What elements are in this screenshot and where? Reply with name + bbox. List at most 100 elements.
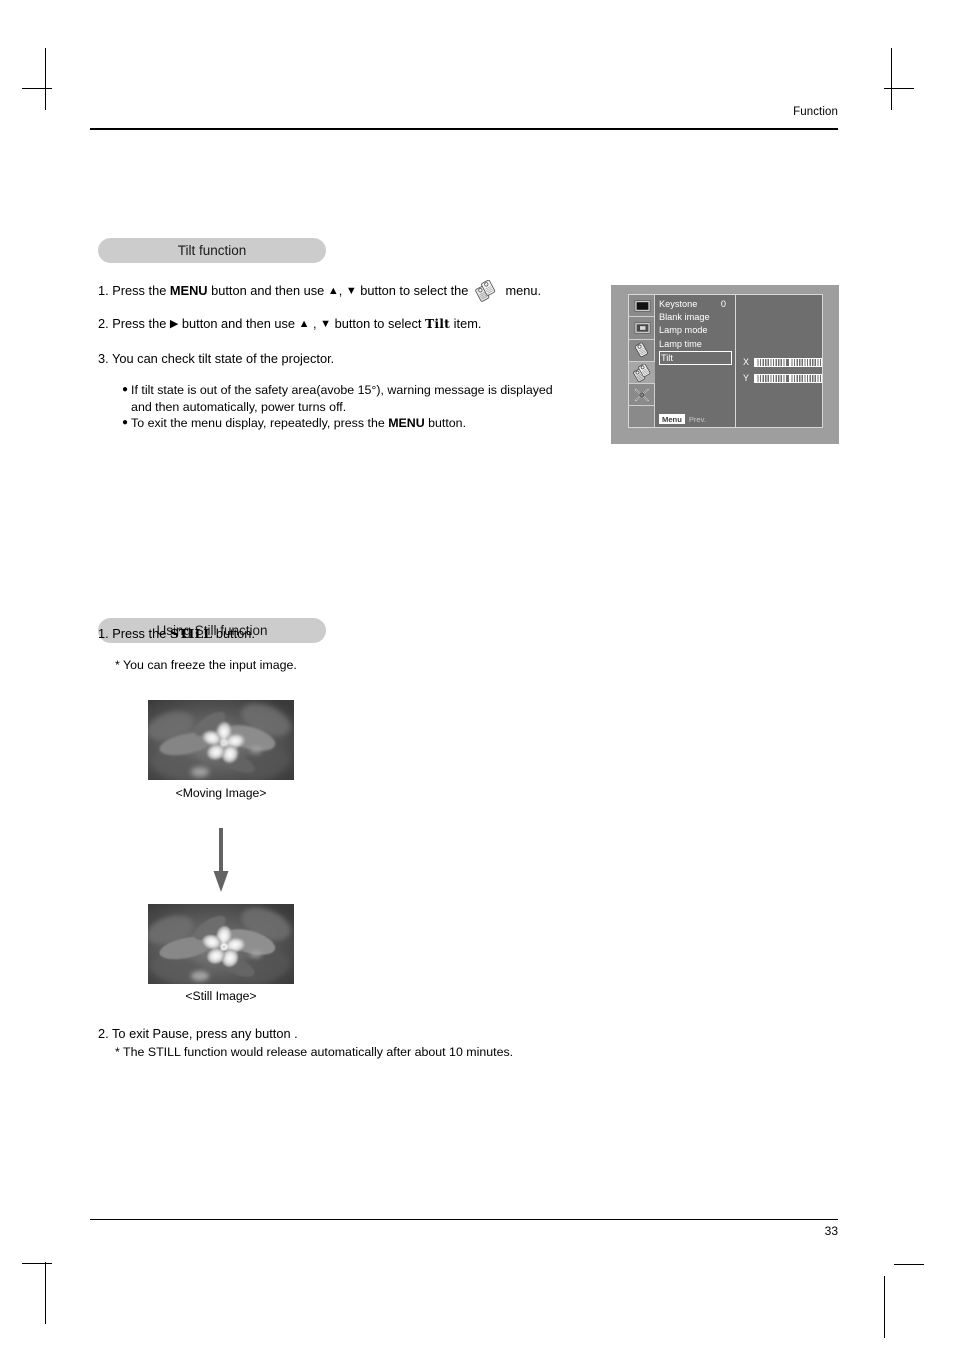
double-tag-icon-active[interactable] — [629, 361, 655, 385]
tilt-step-2-text-b: button and then use — [178, 316, 299, 331]
osd-slider-x-right-segment — [788, 358, 821, 366]
crop-mark-top-left-vertical — [45, 48, 46, 110]
still-step-1-text-a: Press the — [112, 626, 170, 641]
still-step-2-number: 2. — [98, 1026, 109, 1041]
tilt-step-1: 1. Press the MENU button and then use ▲,… — [98, 279, 541, 302]
osd-slider-x-left-segment — [755, 358, 788, 366]
osd-item-blank-image-label: Blank image — [659, 312, 710, 323]
osd-slider-x[interactable]: X — [743, 357, 822, 367]
tilt-step-1-text-b: button and then use — [207, 283, 328, 298]
still-step-1-number: 1. — [98, 626, 109, 641]
crop-mark-bottom-right-vertical — [884, 1276, 885, 1338]
menu-key-bold: MENU — [388, 416, 425, 430]
crop-mark-bottom-left-horizontal — [22, 1263, 52, 1264]
tilt-step-1-text-c: , — [338, 283, 346, 298]
tilt-bullet-2: ● To exit the menu display, repeatedly, … — [122, 415, 622, 432]
osd-item-lamp-time-label: Lamp time — [659, 338, 702, 349]
osd-slider-y[interactable]: Y — [743, 373, 822, 383]
down-arrow-glyph: ▼ — [345, 285, 357, 297]
screen-icon[interactable] — [629, 295, 655, 318]
osd-slider-x-bar[interactable] — [754, 357, 822, 367]
tilt-bullet-2-line-1: To exit the menu display, repeatedly, pr… — [131, 416, 467, 430]
section-heading-tilt-function: Tilt function — [98, 238, 326, 263]
osd-prev-label[interactable]: Prev. — [689, 415, 706, 424]
bullet-dot-icon: ● — [122, 384, 129, 395]
osd-item-keystone[interactable]: Keystone 0 — [659, 298, 732, 311]
osd-tilt-readout: X Y — [737, 295, 822, 427]
osd-item-blank-image[interactable]: Blank image — [659, 311, 732, 324]
crop-mark-top-left-horizontal — [22, 88, 52, 89]
tilt-step-2-text-a: Press the — [112, 316, 170, 331]
crop-mark-bottom-right-horizontal — [894, 1264, 924, 1265]
document-page: Function Tilt function 1. Press the MENU… — [0, 0, 954, 1351]
up-arrow-glyph: ▲ — [327, 285, 339, 297]
osd-slider-y-bar[interactable] — [754, 373, 822, 383]
tilt-bullet-1: ● If tilt state is out of the safety are… — [122, 382, 622, 415]
osd-menu-list: Keystone 0 Blank image Lamp mode Lamp ti… — [656, 295, 736, 427]
tilt-step-3-number: 3. — [98, 351, 109, 366]
osd-item-tilt-selected[interactable]: Tilt — [659, 350, 732, 365]
tilt-step-1-number: 1. — [98, 283, 109, 298]
tilt-step-1-text-d: button to select the — [356, 283, 472, 298]
still-image-caption-text: <Still Image> — [185, 989, 257, 1003]
tilt-step-2-number: 2. — [98, 316, 109, 331]
osd-item-lamp-mode[interactable]: Lamp mode — [659, 324, 732, 337]
running-header: Function — [793, 106, 838, 118]
double-tag-icon — [474, 279, 500, 302]
still-note-1: * You can freeze the input image. — [115, 657, 297, 674]
osd-item-lamp-mode-label: Lamp mode — [659, 325, 708, 336]
still-image-caption: <Still Image> — [148, 989, 294, 1003]
osd-panel: Keystone 0 Blank image Lamp mode Lamp ti… — [628, 294, 823, 428]
still-step-2-text: To exit Pause, press any button . — [112, 1026, 298, 1041]
header-divider — [90, 128, 838, 130]
still-step-2: 2. To exit Pause, press any button . — [98, 1025, 298, 1042]
page-number: 33 — [824, 1224, 838, 1238]
still-key-name: STILL — [169, 626, 213, 641]
tilt-step-3-text: You can check tilt state of the projecto… — [112, 351, 335, 366]
tilt-step-2-text-e: item. — [450, 316, 482, 331]
tilt-step-3: 3. You can check tilt state of the proje… — [98, 350, 334, 367]
still-step-1-text-b: button. — [212, 626, 255, 641]
osd-slider-x-label: X — [743, 357, 750, 367]
osd-item-lamp-time[interactable]: Lamp time — [659, 338, 732, 351]
crop-mark-top-right-vertical — [891, 48, 892, 110]
tilt-step-1-text-a: Press the — [112, 283, 170, 298]
tilt-step-1-key-menu: MENU — [169, 283, 208, 298]
tilt-bullet-1-line-2: and then automatically, power turns off. — [131, 399, 347, 414]
still-image-photo — [148, 904, 294, 984]
footer-divider — [90, 1219, 838, 1221]
osd-slider-y-label: Y — [743, 373, 750, 383]
osd-item-tilt-label: Tilt — [661, 352, 673, 363]
still-note-1-text: * You can freeze the input image. — [115, 658, 297, 672]
crop-mark-bottom-left-vertical — [45, 1262, 46, 1324]
up-arrow-glyph-2: ▲ — [298, 318, 310, 330]
still-note-2: * The STILL function would release autom… — [115, 1044, 513, 1061]
still-step-1: 1. Press the STILL button. — [98, 625, 255, 642]
osd-icon-column — [629, 295, 655, 427]
osd-menu-screenshot: Keystone 0 Blank image Lamp mode Lamp ti… — [611, 285, 839, 444]
section-heading-tilt-label: Tilt function — [177, 243, 247, 258]
osd-slider-y-left-segment — [755, 374, 788, 382]
osd-item-keystone-value: 0 — [720, 299, 726, 309]
osd-item-keystone-label: Keystone — [659, 299, 698, 309]
still-note-2-text: * The STILL function would release autom… — [115, 1045, 514, 1059]
tool-icon[interactable] — [629, 384, 655, 407]
crop-mark-top-right-horizontal — [884, 88, 914, 89]
tilt-bullet-1-line-1: If tilt state is out of the safety area(… — [131, 383, 553, 397]
picture-in-picture-icon[interactable] — [629, 317, 655, 340]
tilt-step-2-text-d: button to select — [331, 316, 425, 331]
tilt-menu-item-name: Tilt — [424, 316, 451, 331]
osd-bottom-bar: Menu Prev. — [659, 414, 706, 424]
bullet-dot-icon-2: ● — [122, 417, 129, 428]
down-arrow-icon — [206, 828, 236, 894]
osd-slider-y-right-segment — [788, 374, 821, 382]
osd-menu-key-badge[interactable]: Menu — [659, 414, 685, 424]
moving-image-caption-text: <Moving Image> — [175, 786, 267, 800]
single-tag-icon[interactable] — [629, 340, 655, 362]
down-arrow-glyph-2: ▼ — [320, 318, 332, 330]
moving-image-photo — [148, 700, 294, 780]
moving-image-caption: <Moving Image> — [148, 786, 294, 800]
tilt-bullet-list: ● If tilt state is out of the safety are… — [122, 382, 622, 432]
tilt-step-2-text-c: , — [309, 316, 321, 331]
tilt-step-2: 2. Press the ▶ button and then use ▲ , ▼… — [98, 315, 481, 333]
